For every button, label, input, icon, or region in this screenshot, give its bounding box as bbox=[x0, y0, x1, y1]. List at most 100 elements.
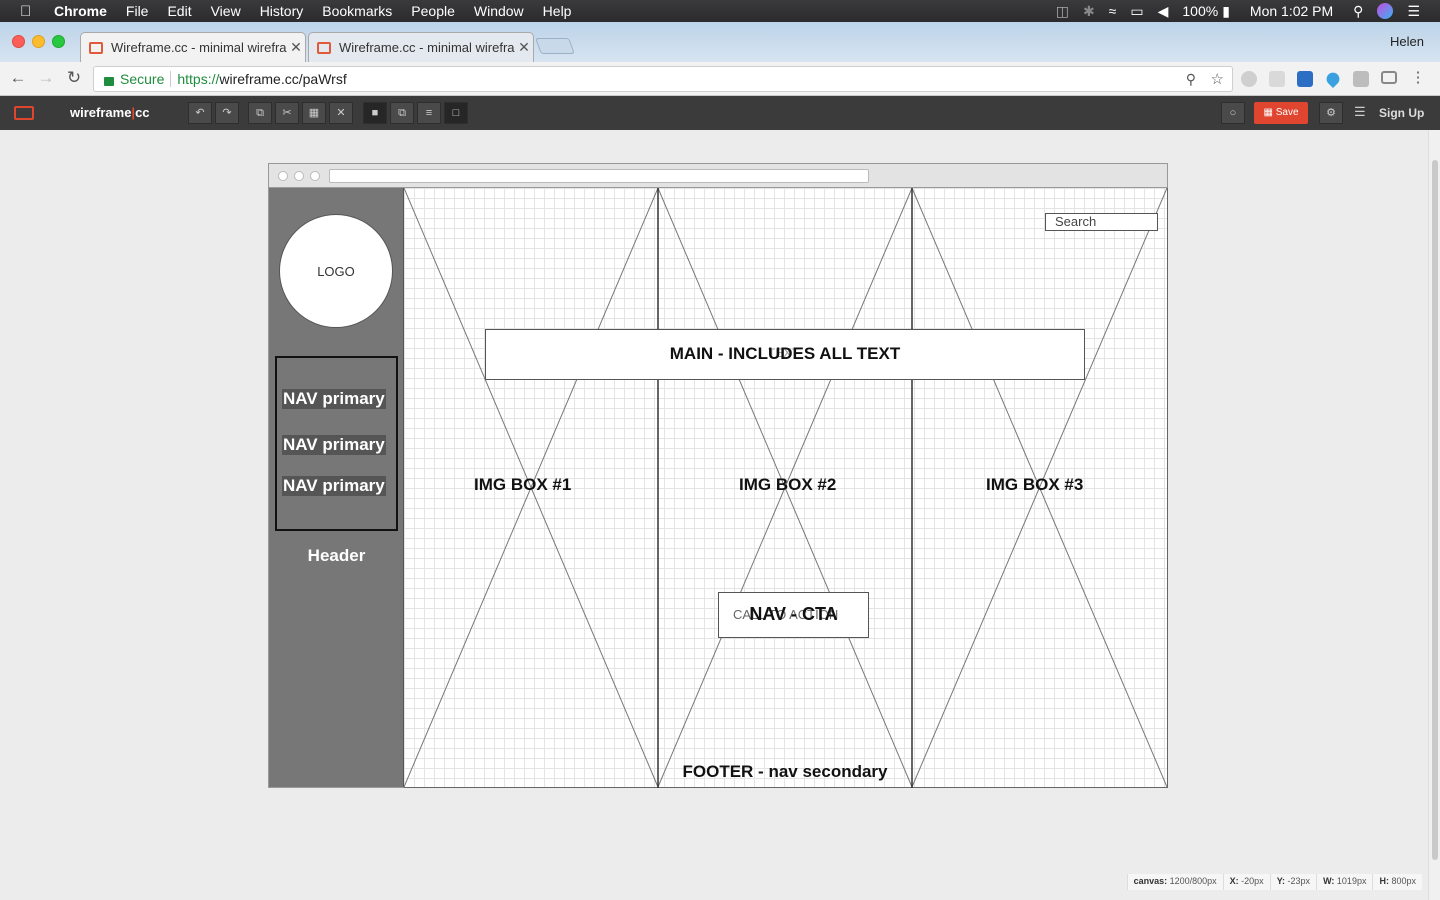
bookmark-star-icon[interactable]: ☆ bbox=[1211, 70, 1224, 88]
h-value: 800px bbox=[1391, 876, 1416, 886]
w-readout: W: 1019px bbox=[1316, 874, 1373, 890]
canvas-value: 1200/800px bbox=[1169, 876, 1217, 886]
window-minimize-button[interactable] bbox=[32, 35, 45, 48]
cut-icon[interactable]: ✂ bbox=[275, 102, 299, 124]
browser-toolbar: ← → ↻ Secure https:// wireframe.cc/paWrs… bbox=[0, 62, 1440, 96]
search-input[interactable]: Search bbox=[1045, 213, 1158, 231]
extension-book-icon[interactable] bbox=[1297, 71, 1313, 87]
wifi-icon[interactable]: ≈ bbox=[1109, 3, 1117, 19]
arrange-icon[interactable]: ⧉ bbox=[390, 102, 414, 124]
menu-view[interactable]: View bbox=[211, 3, 241, 19]
browser-tab-bar: Wireframe.cc - minimal wirefra ✕ Wirefra… bbox=[0, 22, 1440, 62]
img-box-1-label[interactable]: IMG BOX #1 bbox=[474, 475, 571, 495]
tab-close-icon[interactable]: ✕ bbox=[515, 39, 533, 56]
display-icon[interactable]: ◫ bbox=[1056, 3, 1069, 20]
frame-dot bbox=[310, 171, 320, 181]
brand-left: wireframe bbox=[70, 105, 132, 120]
menu-app-name[interactable]: Chrome bbox=[54, 3, 107, 19]
bluetooth-icon[interactable]: ✱ bbox=[1083, 3, 1095, 20]
address-bar[interactable]: Secure https:// wireframe.cc/paWrsf ⚲ ☆ bbox=[93, 66, 1233, 92]
airplay-icon[interactable]: ▭ bbox=[1130, 3, 1143, 20]
sign-up-link[interactable]: Sign Up bbox=[1379, 106, 1424, 120]
w-value: 1019px bbox=[1336, 876, 1367, 886]
window-close-button[interactable] bbox=[12, 35, 25, 48]
save-button[interactable]: ▦ Save bbox=[1254, 102, 1308, 124]
delete-icon[interactable]: ✕ bbox=[329, 102, 353, 124]
settings-icon[interactable]: ⚙ bbox=[1319, 102, 1343, 124]
cast-icon[interactable] bbox=[1381, 71, 1397, 84]
canvas-key: canvas: bbox=[1133, 876, 1168, 886]
x-value: -20px bbox=[1241, 876, 1264, 886]
secure-label: Secure bbox=[120, 71, 165, 87]
w-key: W: bbox=[1323, 876, 1335, 886]
nav-primary-item[interactable]: NAV primary bbox=[282, 435, 386, 455]
tab-title: Wireframe.cc - minimal wirefra bbox=[339, 40, 515, 55]
hamburger-menu-icon[interactable]: ☰ bbox=[1354, 104, 1366, 120]
sidebar-header-label[interactable]: Header bbox=[269, 546, 404, 566]
scrollbar-thumb[interactable] bbox=[1432, 160, 1438, 860]
menu-people[interactable]: People bbox=[411, 3, 455, 19]
menu-window[interactable]: Window bbox=[474, 3, 524, 19]
clock[interactable]: Mon 1:02 PM bbox=[1250, 3, 1333, 19]
img-box-2-label[interactable]: IMG BOX #2 bbox=[739, 475, 836, 495]
logo-placeholder[interactable]: LOGO bbox=[279, 214, 393, 328]
align-icon[interactable]: ≡ bbox=[417, 102, 441, 124]
group-icon[interactable]: □ bbox=[444, 102, 468, 124]
main-text-box[interactable]: TEXT MAIN - INCLUDES ALL TEXT bbox=[485, 329, 1085, 380]
extension-heart-icon[interactable] bbox=[1323, 69, 1343, 89]
comment-icon[interactable]: ○ bbox=[1221, 102, 1245, 124]
frame-title-bar bbox=[269, 164, 1167, 188]
x-readout: X: -20px bbox=[1222, 874, 1270, 890]
url-path: wireframe.cc/paWrsf bbox=[219, 71, 347, 87]
nav-primary-item[interactable]: NAV primary bbox=[282, 389, 386, 409]
battery-percent[interactable]: 100% bbox=[1182, 3, 1218, 19]
tab-close-icon[interactable]: ✕ bbox=[287, 39, 305, 56]
omnibox-divider bbox=[170, 71, 172, 87]
extension-shield-icon[interactable] bbox=[1241, 71, 1257, 87]
undo-icon[interactable]: ↶ bbox=[188, 102, 212, 124]
chrome-menu-icon[interactable]: ⋮ bbox=[1408, 68, 1428, 86]
frame-url-field bbox=[329, 169, 869, 183]
profile-name[interactable]: Helen bbox=[1390, 34, 1424, 49]
spotlight-search-icon[interactable]: ⚲ bbox=[1353, 3, 1363, 20]
apple-icon[interactable]:  bbox=[20, 3, 40, 20]
extension-gray-icon[interactable] bbox=[1353, 71, 1369, 87]
siri-icon[interactable] bbox=[1377, 3, 1394, 19]
menu-help[interactable]: Help bbox=[543, 3, 572, 19]
app-brand[interactable]: wireframe|cc bbox=[70, 105, 150, 120]
extension-puzzle-icon[interactable] bbox=[1269, 71, 1285, 87]
battery-icon[interactable]: ▮ bbox=[1222, 3, 1230, 20]
redo-icon[interactable]: ↷ bbox=[215, 102, 239, 124]
lock-element-icon[interactable]: ■ bbox=[363, 102, 387, 124]
cta-button-box[interactable]: CALL TO ACTION NAV - CTA bbox=[718, 592, 869, 638]
y-key: Y: bbox=[1276, 876, 1286, 886]
brand-right: cc bbox=[135, 105, 150, 120]
canvas-status-bar: canvas: 1200/800px X: -20px Y: -23px W: … bbox=[1126, 874, 1422, 890]
menu-bookmarks[interactable]: Bookmarks bbox=[322, 3, 392, 19]
wireframe-favicon-icon bbox=[317, 41, 331, 54]
menu-history[interactable]: History bbox=[260, 3, 304, 19]
forward-arrow-icon[interactable]: → bbox=[36, 68, 56, 88]
canvas-size-readout: canvas: 1200/800px bbox=[1126, 874, 1223, 890]
footer-label[interactable]: FOOTER - nav secondary bbox=[660, 762, 910, 782]
window-zoom-button[interactable] bbox=[52, 35, 65, 48]
canvas-scrollbar[interactable] bbox=[1428, 130, 1440, 900]
copy-icon[interactable]: ⧉ bbox=[248, 102, 272, 124]
cta-label: NAV - CTA bbox=[749, 604, 838, 624]
img-box-3-label[interactable]: IMG BOX #3 bbox=[986, 475, 1083, 495]
volume-icon[interactable]: ◀ bbox=[1158, 3, 1169, 20]
reload-icon[interactable]: ↻ bbox=[64, 68, 84, 88]
notification-center-icon[interactable]: ☰ bbox=[1407, 3, 1420, 20]
nav-primary-item[interactable]: NAV primary bbox=[282, 476, 386, 496]
canvas-shape-icon[interactable] bbox=[14, 106, 34, 120]
browser-tab[interactable]: Wireframe.cc - minimal wirefra ✕ bbox=[308, 32, 534, 62]
new-tab-button[interactable] bbox=[535, 38, 575, 54]
zoom-icon[interactable]: ⚲ bbox=[1186, 71, 1196, 88]
macos-menubar:  Chrome File Edit View History Bookmark… bbox=[0, 0, 1440, 22]
browser-tab-active[interactable]: Wireframe.cc - minimal wirefra ✕ bbox=[80, 32, 306, 62]
paste-icon[interactable]: ▦ bbox=[302, 102, 326, 124]
menu-edit[interactable]: Edit bbox=[167, 3, 191, 19]
menu-file[interactable]: File bbox=[126, 3, 149, 19]
url-scheme: https:// bbox=[177, 71, 220, 87]
back-arrow-icon[interactable]: ← bbox=[8, 68, 28, 88]
